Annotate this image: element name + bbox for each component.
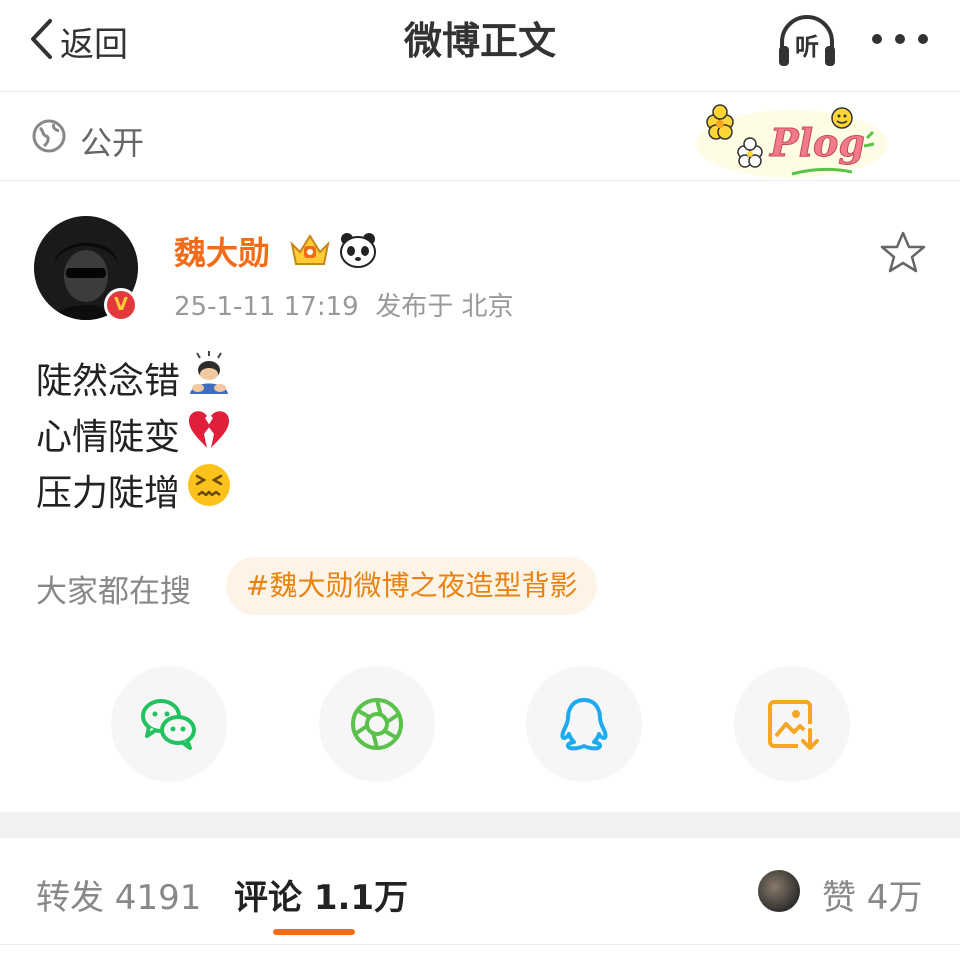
post-line-text: 陡然念错 <box>36 360 181 402</box>
globe-icon <box>32 119 66 157</box>
broken-heart-emoji-icon <box>186 406 232 461</box>
author-name[interactable]: 魏大勋 <box>174 228 270 274</box>
post-line-text: 心情陡变 <box>36 416 181 458</box>
post-line: 压力陡增 <box>36 462 232 517</box>
post-line-text: 压力陡增 <box>36 472 181 514</box>
share-wechat-button[interactable] <box>111 666 227 782</box>
visibility-label: 公开 <box>80 124 145 162</box>
panda-badge-icon <box>338 230 378 274</box>
liker-avatar <box>756 868 802 914</box>
share-qq-button[interactable] <box>526 666 642 782</box>
back-label: 返回 <box>60 24 128 65</box>
trending-label: 大家都在搜 <box>36 574 191 610</box>
bottom-divider <box>0 944 960 945</box>
verified-badge-icon: V <box>104 288 138 322</box>
back-button[interactable]: 返回 <box>28 16 128 66</box>
bowing-person-emoji-icon <box>186 350 232 405</box>
section-divider <box>0 812 960 838</box>
chevron-left-icon <box>28 18 54 64</box>
confounded-face-emoji-icon <box>186 462 232 517</box>
more-dot <box>895 34 905 44</box>
plog-sticker: Plog <box>692 98 892 184</box>
location-prefix: 发布于 <box>375 292 454 322</box>
listen-label: 听 <box>795 33 819 61</box>
plog-text: Plog <box>769 120 865 165</box>
more-dots-icon <box>872 34 882 44</box>
tab-like[interactable]: 赞 4万 <box>822 870 922 919</box>
tab-repost[interactable]: 转发 4191 <box>36 870 201 919</box>
share-moments-button[interactable] <box>319 666 435 782</box>
crown-badge-icon <box>288 230 332 274</box>
post-line: 陡然念错 <box>36 350 232 405</box>
listen-button[interactable]: 听 <box>776 14 838 70</box>
post-location: 北京 <box>461 292 514 322</box>
post-meta: 25-1-11 17:19 发布于 北京 <box>174 286 514 323</box>
save-image-button[interactable] <box>734 666 850 782</box>
tab-comment[interactable]: 评论 1.1万 <box>234 870 408 919</box>
more-button[interactable] <box>868 22 932 56</box>
post-timestamp: 25-1-11 17:19 <box>174 292 359 322</box>
active-tab-indicator <box>273 929 355 935</box>
more-dot <box>918 34 928 44</box>
favorite-star-icon[interactable] <box>880 230 926 278</box>
trending-hashtag[interactable]: #魏大勋微博之夜造型背影 <box>226 557 598 615</box>
post-line: 心情陡变 <box>36 406 232 461</box>
